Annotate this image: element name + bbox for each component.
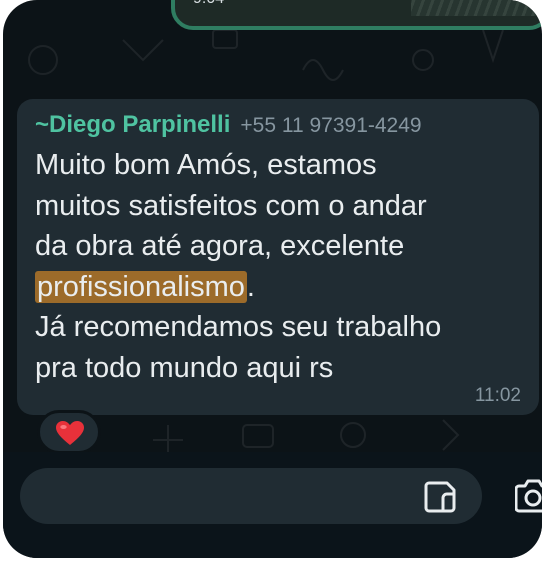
reaction-badge[interactable] (37, 410, 101, 454)
top-preview-time: 9:04 (193, 0, 224, 8)
message-line: pra todo mundo aqui rs (35, 351, 334, 384)
message-line: Muito bom Amós, estamos (35, 149, 377, 181)
message-line: muitos satisfeitos com o andar (35, 189, 427, 222)
message-line: da obra até agora, excelente (35, 230, 405, 262)
screenshot-frame: 9:04 ~Diego Parpinelli +55 11 97391-4249 … (0, 0, 547, 564)
sender-name[interactable]: ~Diego Parpinelli (35, 111, 230, 138)
sender-phone[interactable]: +55 11 97391-4249 (240, 114, 421, 137)
message-bubble[interactable]: ~Diego Parpinelli +55 11 97391-4249 Muito… (17, 99, 539, 415)
sender-row: ~Diego Parpinelli +55 11 97391-4249 (35, 111, 422, 139)
top-preview-image (411, 0, 541, 16)
heart-emoji-icon (56, 421, 84, 445)
message-time: 11:02 (474, 385, 521, 406)
message-input[interactable] (20, 468, 482, 524)
highlighted-word: profissionalismo (35, 270, 247, 303)
chat-screen: 9:04 ~Diego Parpinelli +55 11 97391-4249 … (3, 0, 542, 558)
camera-icon[interactable] (515, 478, 542, 514)
message-text: Muito bom Amós, estamos muitos satisfeit… (35, 145, 530, 388)
top-preview-card[interactable]: 9:04 (171, 0, 542, 30)
message-line: profissionalismo. (35, 270, 255, 303)
message-line: Já recomendamos seu trabalho (35, 311, 442, 343)
sticker-icon[interactable] (423, 480, 457, 514)
